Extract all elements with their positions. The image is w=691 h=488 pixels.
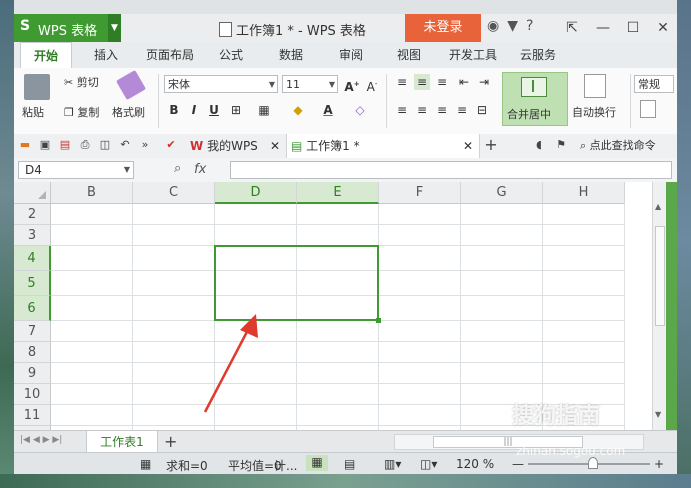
annotation-arrow: [203, 314, 258, 413]
